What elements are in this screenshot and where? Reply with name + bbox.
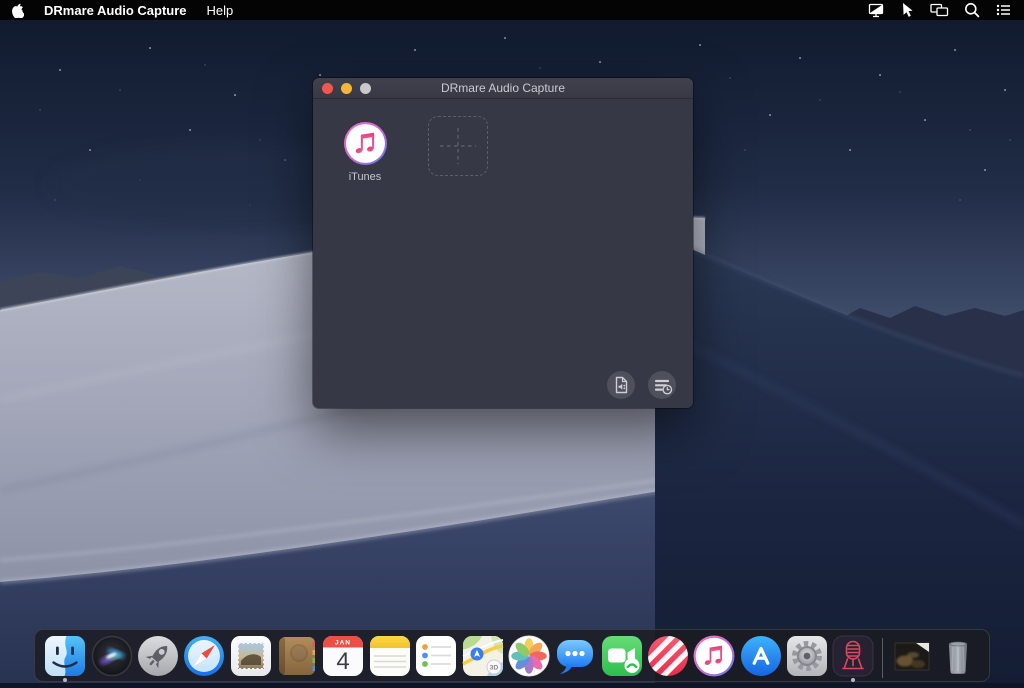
apple-logo-icon xyxy=(11,3,24,18)
messages-icon xyxy=(557,640,594,674)
display-icon[interactable] xyxy=(868,2,885,18)
history-list-icon xyxy=(654,379,673,395)
dock: JAN 4 3D xyxy=(34,629,990,682)
history-list-button[interactable] xyxy=(648,371,676,399)
dock-item-notes[interactable] xyxy=(367,634,412,682)
audio-file-icon xyxy=(615,376,628,394)
dock-item-reminders[interactable] xyxy=(414,634,459,682)
running-indicator xyxy=(851,678,856,682)
dock-item-launchpad[interactable] xyxy=(136,634,181,682)
dock-item-drmare-audio-capture[interactable] xyxy=(831,634,876,682)
screen-mirroring-icon[interactable] xyxy=(930,2,949,18)
trash-icon xyxy=(949,641,968,674)
finder-icon xyxy=(45,636,86,676)
dock-item-app-store[interactable] xyxy=(738,634,783,682)
dock-item-siri[interactable] xyxy=(89,634,134,682)
menubar-app-name[interactable]: DRmare Audio Capture xyxy=(34,3,197,18)
menu-help[interactable]: Help xyxy=(197,3,244,18)
dock-item-trash[interactable] xyxy=(936,634,981,682)
system-preferences-icon xyxy=(786,636,827,676)
svg-text:JAN: JAN xyxy=(335,640,351,647)
contacts-icon xyxy=(279,637,316,675)
running-indicator xyxy=(63,678,68,682)
launchpad-icon xyxy=(138,636,179,676)
dock-item-photos[interactable] xyxy=(506,634,551,682)
dock-item-finder[interactable] xyxy=(43,634,88,682)
dock-item-messages[interactable] xyxy=(553,634,598,682)
news-icon xyxy=(645,634,690,678)
window-body: iTunes xyxy=(313,99,693,408)
siri-icon xyxy=(91,635,133,677)
itunes-icon xyxy=(343,122,387,165)
dock-item-facetime[interactable] xyxy=(599,634,644,682)
dock-item-mail[interactable] xyxy=(228,634,273,682)
dock-item-news[interactable] xyxy=(645,634,690,682)
dock-item-maps[interactable]: 3D xyxy=(460,634,505,682)
mail-icon xyxy=(230,636,271,676)
dock-item-safari[interactable] xyxy=(182,634,227,682)
reminders-icon xyxy=(416,636,457,676)
source-label: iTunes xyxy=(348,171,382,183)
notes-icon xyxy=(369,636,410,676)
image-file-icon xyxy=(894,642,930,671)
dock-item-calendar[interactable]: JAN 4 xyxy=(321,634,366,682)
svg-text:4: 4 xyxy=(337,648,350,675)
dock-item-itunes[interactable] xyxy=(692,634,737,682)
itunes-dock-icon xyxy=(693,635,735,677)
dock-item-image-file[interactable] xyxy=(890,634,935,682)
facetime-icon xyxy=(601,636,642,676)
notification-center-icon[interactable] xyxy=(995,2,1012,18)
app-store-icon xyxy=(740,636,781,676)
close-button[interactable] xyxy=(322,82,333,94)
svg-text:3D: 3D xyxy=(489,665,498,672)
add-source-tile[interactable] xyxy=(428,116,488,176)
plus-icon xyxy=(440,128,476,164)
apple-menu[interactable] xyxy=(0,3,34,18)
menu-bar: DRmare Audio Capture Help xyxy=(0,0,1024,20)
spotlight-search-icon[interactable] xyxy=(964,2,980,18)
photos-icon xyxy=(508,635,550,677)
source-item-itunes[interactable]: iTunes xyxy=(333,121,397,183)
zoom-button-disabled[interactable] xyxy=(360,82,371,94)
safari-icon xyxy=(184,636,225,676)
dock-separator xyxy=(882,637,884,678)
dock-item-contacts[interactable] xyxy=(275,634,320,682)
calendar-icon: JAN 4 xyxy=(323,636,364,676)
dock-item-system-preferences[interactable] xyxy=(785,634,830,682)
window-titlebar[interactable]: DRmare Audio Capture xyxy=(313,78,693,99)
maps-icon: 3D xyxy=(461,636,503,676)
pointer-icon[interactable] xyxy=(900,2,915,18)
minimize-button[interactable] xyxy=(341,82,352,94)
output-format-button[interactable] xyxy=(607,371,635,399)
drmare-audio-capture-icon xyxy=(832,635,874,677)
drmare-window: DRmare Audio Capture iTunes xyxy=(313,78,693,408)
